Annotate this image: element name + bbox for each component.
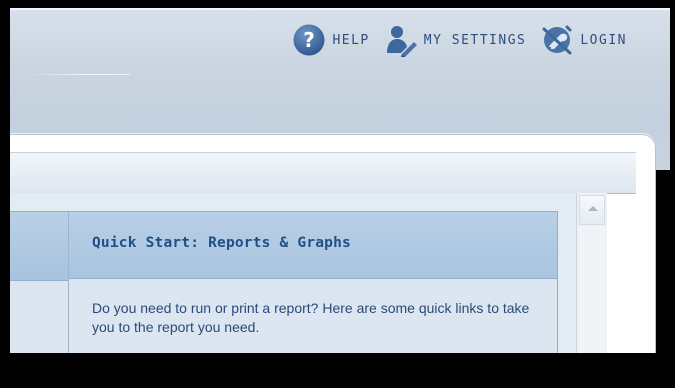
my-settings-link[interactable]: MY SETTINGS bbox=[384, 23, 527, 57]
login-key-icon bbox=[540, 23, 574, 57]
left-column bbox=[10, 211, 68, 353]
left-column-body bbox=[10, 281, 68, 353]
bottom-edge bbox=[0, 353, 675, 388]
scroll-up-arrow-icon bbox=[588, 206, 598, 211]
panel-right-edge bbox=[645, 150, 656, 360]
panel-toolbar-strip bbox=[10, 152, 636, 194]
help-icon: ? bbox=[292, 23, 326, 57]
quick-start-title: Quick Start: Reports & Graphs bbox=[92, 235, 351, 251]
help-link[interactable]: ? HELP bbox=[292, 23, 369, 57]
login-label: LOGIN bbox=[580, 32, 627, 48]
header-divider bbox=[24, 74, 130, 75]
quick-start-body: Do you need to run or print a report? He… bbox=[69, 279, 558, 353]
vertical-scrollbar[interactable] bbox=[576, 193, 607, 353]
header-nav: ? HELP MY SETTINGS LOGIN bbox=[278, 20, 627, 60]
user-settings-icon bbox=[384, 23, 418, 57]
svg-text:?: ? bbox=[304, 28, 316, 52]
my-settings-label: MY SETTINGS bbox=[423, 32, 527, 48]
help-label: HELP bbox=[332, 32, 370, 48]
content-area: Quick Start: Reports & Graphs Do you nee… bbox=[10, 193, 576, 353]
quick-start-description: Do you need to run or print a report? He… bbox=[92, 300, 530, 335]
login-link[interactable]: LOGIN bbox=[540, 23, 627, 57]
scroll-up-button[interactable] bbox=[579, 195, 605, 225]
quick-start-header: Quick Start: Reports & Graphs bbox=[69, 211, 558, 279]
left-column-header bbox=[10, 211, 68, 281]
app-frame: ? HELP MY SETTINGS LOGIN Quick Start: Re… bbox=[0, 0, 675, 388]
scroll-track[interactable] bbox=[579, 227, 605, 353]
